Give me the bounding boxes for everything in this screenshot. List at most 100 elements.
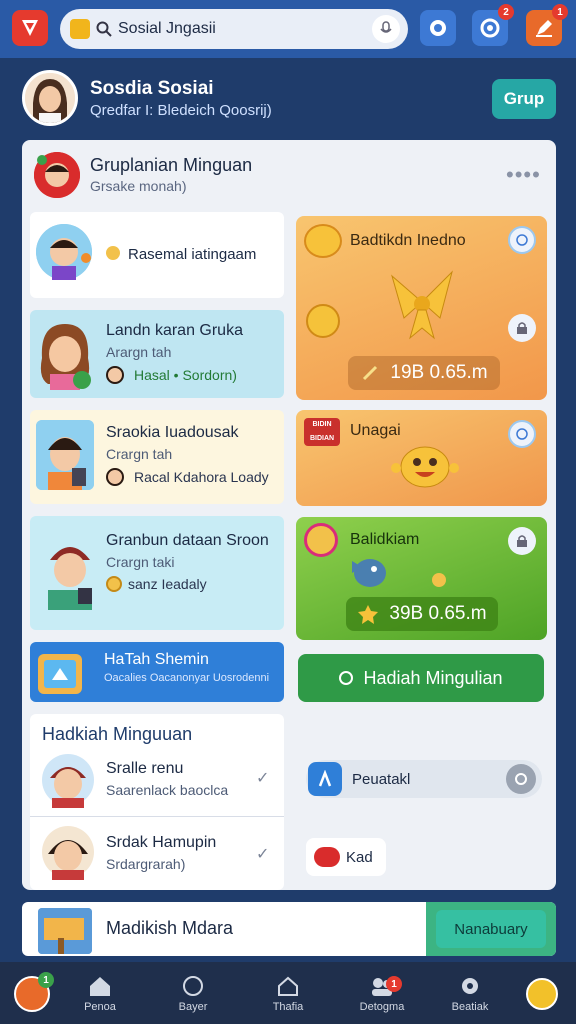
nav-feed[interactable]: Thafia [248,966,328,1022]
banner-button[interactable]: Nanabuary [436,910,546,948]
circle-icon [339,671,354,685]
hadiah-button-label: Hadiah Mingulian [363,667,503,688]
feed-pill[interactable]: Peuatakl [306,760,542,798]
reward-card[interactable]: BIDIN BIDIAN Unagai [296,410,547,506]
promo-card[interactable]: HaTah Shemin Oacalies Oacanonyar Uosrode… [30,642,284,702]
member-card[interactable]: Granbun dataan Sroon Crargn taki sanz Ie… [30,516,284,630]
emoji-mascot-icon [390,444,460,490]
coin-icon [432,573,446,587]
sticker-icon: BIDIN BIDIAN [304,418,340,446]
edit-badge: 1 [552,4,568,20]
member-card[interactable]: Sraokia Iuadousak Crargn tah Racal Kdaho… [30,410,284,504]
member-card[interactable]: Rasemal iatingaam [30,212,284,298]
member-status: Racal Kdahora Loady [134,469,269,485]
gift-bow-icon [382,262,462,342]
nav-explore[interactable]: Bayer [153,966,233,1022]
reward-amount-value: 19B 0.65.m [390,362,488,383]
search-bar[interactable]: Sosial Jngasii [60,9,408,49]
kad-label: Kad [346,848,373,866]
group-avatar-icon [34,152,80,198]
lock-button[interactable] [508,527,536,555]
check-icon[interactable]: ✓ [256,844,269,864]
member-avatar [40,530,100,610]
member-card[interactable]: Landn karan Gruka Arargn tah Hasal • Sor… [30,310,284,398]
group-title: Gruplanian Minguan [90,155,253,175]
app-logo-icon[interactable] [12,10,48,46]
search-input[interactable]: Sosial Jngasii [118,20,216,38]
search-icon [96,21,112,37]
list-item[interactable]: Srdak Hamupin Srdargrarah) ✓ [30,820,284,886]
microphone-icon[interactable] [372,15,400,43]
list-item-sub: Srdargrarah) [106,856,186,872]
list-item-name: Srdak Hamupin [106,834,217,851]
nav-label: Beatiak [451,1001,489,1013]
nav-profile-avatar[interactable]: 1 [14,972,54,1012]
house-outline-icon [278,976,298,996]
divider [30,816,284,817]
member-name: Granbun dataan Sroon [106,532,269,549]
reward-card[interactable]: Balidkiam 39B 0.65.m [296,517,547,640]
nav-label: Detogma [359,1001,405,1013]
check-icon[interactable]: ✓ [256,768,269,788]
nav-label: Bayer [178,1001,208,1013]
info-button[interactable] [508,226,536,254]
hadiah-mingguan-button[interactable]: Hadiah Mingulian [298,654,544,702]
gift-box-icon [34,646,86,698]
reward-amount-value: 39B 0.65.m [389,603,487,624]
reward-title: Badtikdn Inedno [350,232,466,249]
sticker-label: BIDIN BIDIAN [309,421,335,442]
kad-icon [314,847,340,867]
grup-button[interactable]: Grup [492,79,556,119]
feed-label: Peuatakl [352,770,411,788]
more-options-icon[interactable]: •••• [506,162,541,188]
coin-icon [306,304,340,338]
list-item[interactable]: Sralle renu Saarenlack baoclca ✓ [30,748,284,814]
member-subtitle: Crargn tah [106,446,173,462]
member-avatar [36,420,94,490]
profile-subtitle: Qredfar I: Bledeich Qoosrij) [90,102,272,119]
mini-avatar-icon [106,468,124,486]
lock-button[interactable] [508,314,536,342]
info-button[interactable] [508,420,536,448]
chat-icon [516,234,528,246]
reward-title: Unagai [350,422,401,439]
reward-title: Balidkiam [350,531,420,548]
nav-label: Penoa [84,1001,116,1013]
app-store-icon [308,762,342,796]
emoji-coin-icon [304,224,342,258]
banner-image-icon [38,908,92,954]
nav-groups[interactable]: Detogma 1 [342,966,422,1022]
member-subtitle: Arargn tah [106,344,172,360]
weekly-title: Hadkiah Minguuan [42,724,193,744]
nav-settings[interactable]: Beatiak [430,966,510,1022]
wand-icon [363,365,378,381]
member-avatar [36,318,94,390]
home-icon [90,977,110,996]
promo-subtitle: Oacalies Oacanonyar Uosrodenni [104,672,270,684]
nav-label: Thafia [272,1001,304,1013]
nav-badge: 1 [386,976,402,992]
coin-icon [106,246,120,260]
edit-button[interactable]: 1 [526,4,568,46]
app-mini-icon [70,19,90,39]
group-subtitle: Grsake monah) [90,178,187,194]
user-avatar[interactable] [22,70,78,126]
gear-icon [462,978,478,994]
notifications-button[interactable]: 2 [472,4,514,46]
coin-icon [106,576,122,592]
nav-home[interactable]: Penoa [60,966,140,1022]
promo-title: HaTah Shemin [104,651,209,668]
chat-icon [516,428,528,440]
gem-icon [304,523,338,557]
member-name: Sraokia Iuadousak [106,424,239,441]
settings-icon[interactable] [506,764,536,794]
bell-icon [480,18,500,38]
member-avatar [40,824,96,880]
camera-icon [430,20,446,36]
reward-card[interactable]: Badtikdn Inedno 19B 0.65.m [296,216,547,400]
reward-amount: 19B 0.65.m [348,356,500,390]
nav-user-avatar[interactable] [526,978,558,1010]
kad-pill[interactable]: Kad [306,838,386,876]
notification-badge: 2 [498,4,514,20]
camera-button[interactable] [420,10,456,46]
